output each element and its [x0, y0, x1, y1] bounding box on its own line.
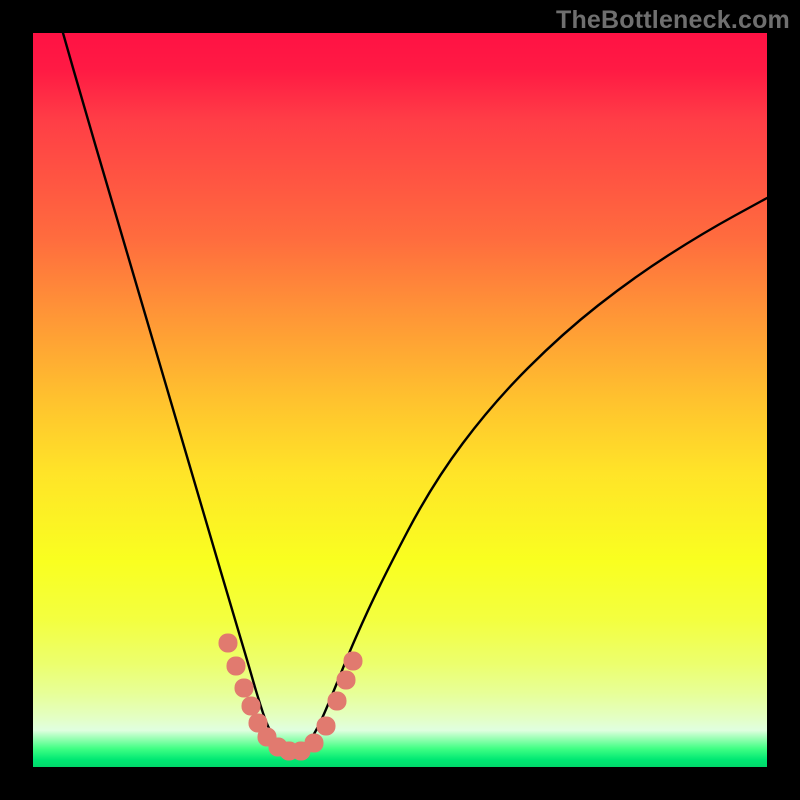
bead-point — [328, 692, 347, 711]
bead-point — [235, 679, 254, 698]
bead-point — [337, 671, 356, 690]
bead-point — [344, 652, 363, 671]
bead-point — [242, 697, 261, 716]
bead-layer — [33, 33, 767, 767]
bead-point — [305, 734, 324, 753]
bead-point — [227, 657, 246, 676]
watermark-text: TheBottleneck.com — [556, 6, 790, 35]
plot-area — [33, 33, 767, 767]
bead-point — [219, 634, 238, 653]
bead-point — [317, 717, 336, 736]
bead-group — [219, 634, 363, 761]
chart-stage: TheBottleneck.com — [0, 0, 800, 800]
